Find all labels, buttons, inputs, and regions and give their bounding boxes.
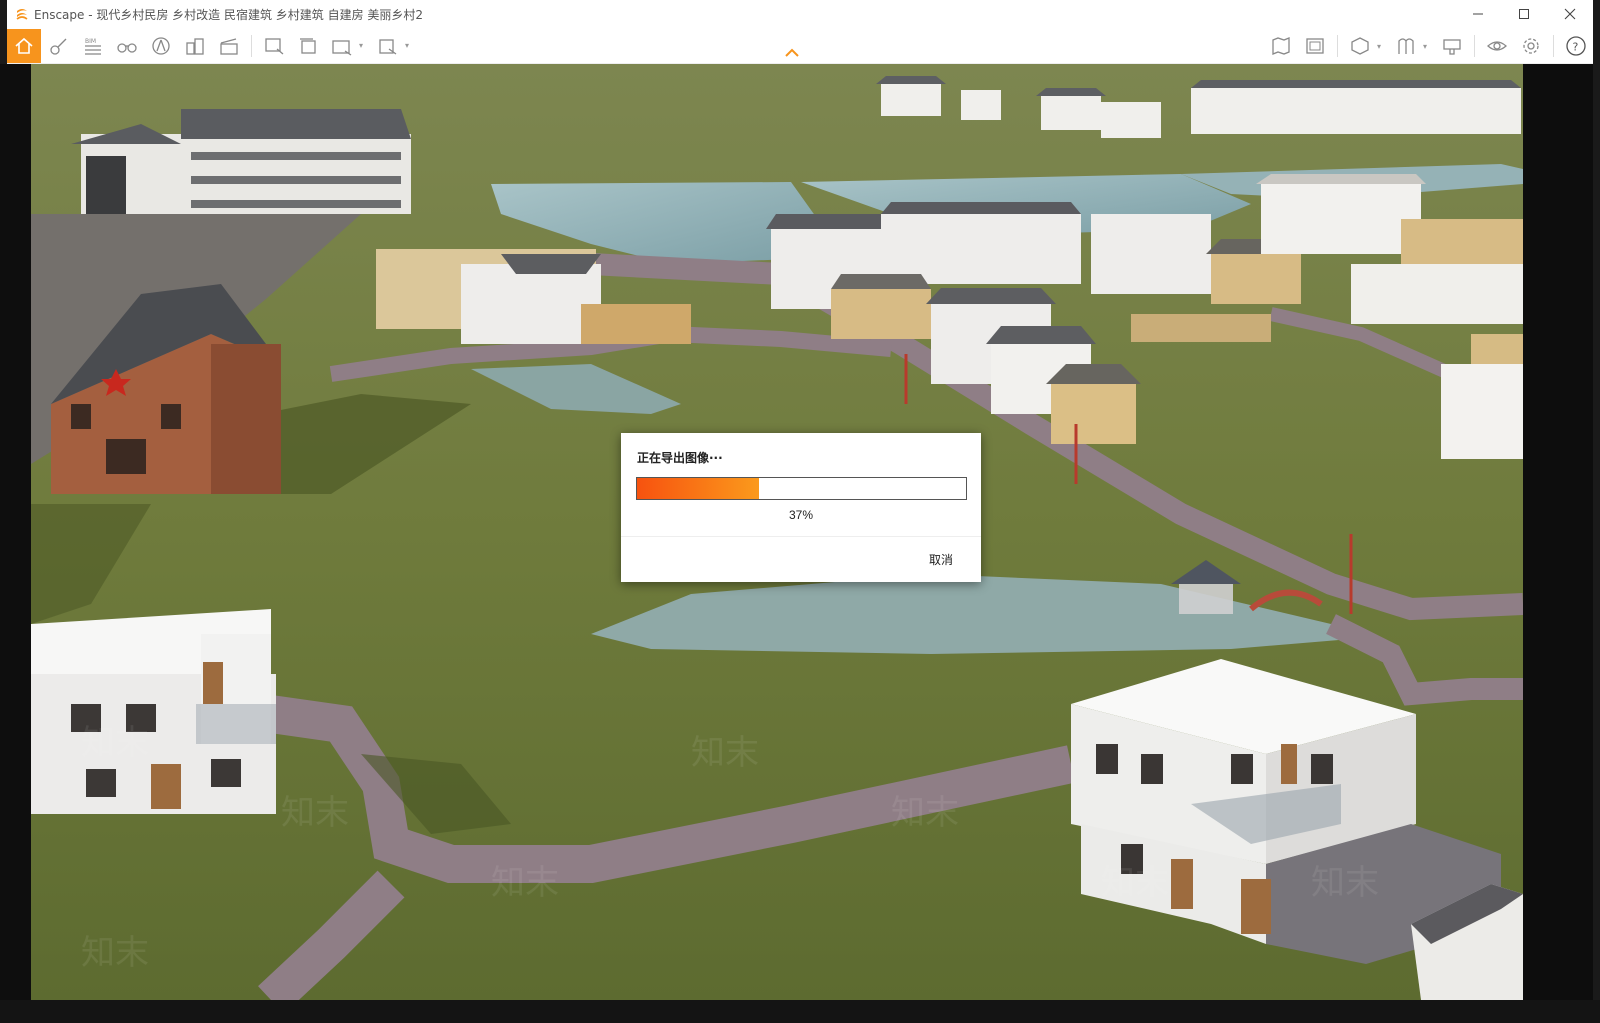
bim-icon: BIM [85,38,101,55]
svg-text:?: ? [1573,41,1579,54]
materials-button[interactable] [1436,30,1468,62]
help-icon: ? [1566,36,1586,56]
binoculars-button[interactable] [111,30,143,62]
maximize-icon [1519,9,1529,19]
dialog-title: 正在导出图像··· [637,451,723,465]
close-icon [1564,8,1576,20]
progress-percent-text: 37% [788,508,814,522]
export-exe-button[interactable] [372,30,404,62]
view-management-icon [1351,37,1369,55]
visual-settings-button[interactable] [43,30,75,62]
title-bar: Enscape - 现代乡村民房 乡村改造 民宿建筑 乡村建筑 自建房 美丽乡村… [7,0,1593,28]
map-button[interactable] [1265,30,1297,62]
toolbar-right-group: ▾ ▾ ? [1264,28,1593,64]
asset-library-button[interactable] [145,30,177,62]
window-controls [1455,0,1593,28]
minimize-button[interactable] [1455,0,1501,28]
video-editor-button[interactable] [213,30,245,62]
visual-settings-icon [50,38,67,55]
svg-text:知末: 知末 [81,933,149,973]
panorama-360-icon [332,39,352,56]
export-dropdown-caret[interactable]: ▾ [405,41,413,50]
buildings-button[interactable] [179,30,211,62]
export-exe-icon [379,38,397,55]
minimap-icon [1306,38,1324,54]
bim-button[interactable]: BIM [77,30,109,62]
toolbar-separator [1553,35,1554,57]
export-progress-bar [636,477,967,500]
view-management-button[interactable] [1344,30,1376,62]
screenshot-icon [265,37,284,54]
bottom-window-edge [0,1000,1600,1023]
svg-text:知末: 知末 [1101,863,1169,903]
asset-library-icon [152,36,170,55]
toolbar-separator [251,34,252,57]
svg-text:知末: 知末 [281,793,349,833]
svg-text:知末: 知末 [81,723,149,763]
map-icon [1272,37,1290,55]
buildings-icon [186,37,204,55]
window-title: Enscape - 现代乡村民房 乡村改造 民宿建筑 乡村建筑 自建房 美丽乡村… [34,7,424,22]
enscape-logo-icon [16,9,28,20]
left-window-edge [0,64,31,1000]
view-dropdown-caret[interactable]: ▾ [1377,42,1385,51]
dialog-divider [621,536,981,537]
video-editor-icon [220,37,238,55]
panorama-dropdown-caret[interactable]: ▾ [359,41,367,50]
minimap-button[interactable] [1299,30,1331,62]
screenshot-button[interactable] [258,30,290,62]
toolbar-separator [1337,35,1338,57]
materials-icon [1443,39,1461,55]
views-button[interactable] [1390,30,1422,62]
cancel-button[interactable]: 取消 [929,551,953,568]
settings-icon [1523,38,1539,54]
visibility-icon [1487,41,1507,51]
collapse-toolbar-chevron-up-icon[interactable] [784,48,800,58]
home-button[interactable] [7,28,41,63]
batch-render-icon [300,37,316,54]
export-progress-fill [637,478,759,499]
svg-text:知末: 知末 [891,793,959,833]
panorama-360-button[interactable] [326,30,358,62]
svg-text:知末: 知末 [1311,863,1379,903]
settings-button[interactable] [1515,30,1547,62]
bim-label: BIM [85,38,96,45]
svg-text:知末: 知末 [491,863,559,903]
export-progress-dialog: 正在导出图像··· 37% 取消 [621,433,981,582]
visibility-button[interactable] [1481,30,1513,62]
right-window-edge [1523,64,1593,1000]
views-icon [1398,38,1414,54]
home-icon [15,37,33,54]
help-button[interactable]: ? [1560,30,1592,62]
minimize-icon [1473,13,1483,15]
toolbar-separator [1474,35,1475,57]
close-button[interactable] [1547,0,1593,28]
svg-text:知末: 知末 [691,733,759,773]
batch-render-button[interactable] [292,30,324,62]
main-toolbar: BIM ▾ ▾ ▾ ▾ ? [7,28,1593,64]
binoculars-icon [117,42,137,53]
views-dropdown-caret[interactable]: ▾ [1423,42,1431,51]
maximize-button[interactable] [1501,0,1547,28]
